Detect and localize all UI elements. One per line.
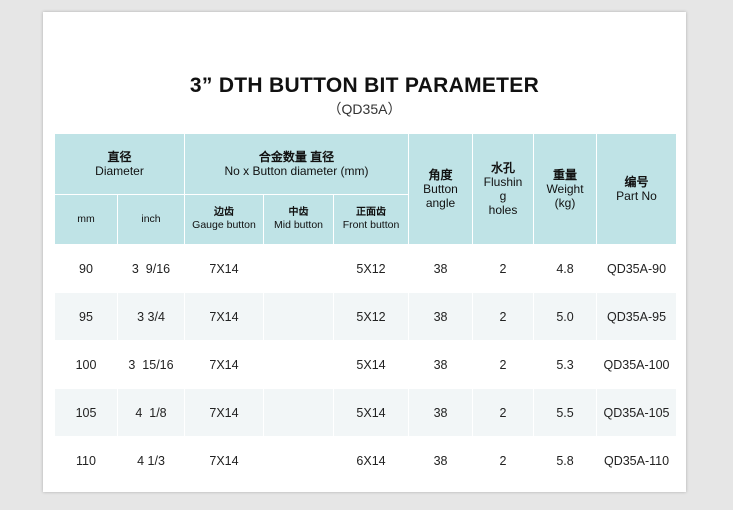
header-inch: inch (117, 194, 185, 245)
header-mm-label: mm (77, 213, 95, 225)
parameter-table: 直径 Diameter 合金数量 直径 No x Button diameter… (54, 133, 678, 485)
header-angle-en-2: angle (425, 196, 456, 210)
cell-holes: 2 (472, 436, 535, 485)
header-mid-en: Mid button (273, 219, 324, 231)
page-title: 3” DTH BUTTON BIT PARAMETER (189, 74, 540, 97)
cell-front: 5X12 (332, 244, 410, 293)
table-row: 90 3 9/16 7X14 5X12 38 2 4.8 QD35A-90 (54, 244, 678, 293)
header-weight-en-1: Weight (546, 182, 584, 196)
table-row: 95 3 3/4 7X14 5X12 38 2 5.0 QD35A-95 (54, 292, 678, 341)
cell-inch: 4 1/8 (117, 388, 185, 437)
header-front-zh: 正面齿 (356, 207, 386, 218)
page-subtitle: （QD35A） (327, 101, 402, 117)
cell-mid (263, 436, 334, 485)
cell-angle: 38 (408, 436, 474, 485)
header-diameter: 直径 Diameter (54, 133, 185, 195)
cell-gauge: 7X14 (184, 292, 264, 341)
header-part-en: Part No (616, 189, 657, 203)
cell-inch: 3 9/16 (117, 244, 185, 293)
cell-mm: 105 (54, 388, 118, 437)
header-gauge-zh: 边齿 (214, 207, 234, 218)
header-diameter-zh: 直径 (107, 150, 132, 164)
cell-weight: 4.8 (533, 244, 598, 293)
header-mid: 中齿 Mid button (263, 194, 334, 245)
header-buttons: 合金数量 直径 No x Button diameter (mm) (183, 133, 410, 195)
table-row: 105 4 1/8 7X14 5X14 38 2 5.5 QD35A-105 (54, 388, 678, 437)
cell-mm: 95 (54, 292, 118, 341)
cell-part: QD35A-110 (596, 436, 678, 485)
cell-angle: 38 (408, 292, 474, 341)
cell-mid (263, 340, 334, 389)
cell-inch: 3 3/4 (117, 292, 185, 341)
cell-part: QD35A-105 (596, 388, 678, 437)
cell-front: 6X14 (332, 436, 410, 485)
cell-mid (263, 388, 334, 437)
header-angle-zh: 角度 (428, 168, 453, 182)
header-flushing-en-3: holes (488, 203, 518, 217)
header-buttons-en: No x Button diameter (mm) (224, 164, 369, 178)
header-mid-zh: 中齿 (288, 207, 309, 218)
header-flushing-zh: 水孔 (491, 161, 516, 175)
cell-weight: 5.8 (533, 436, 598, 485)
cell-holes: 2 (472, 388, 535, 437)
header-flushing-en-2: g (499, 189, 507, 203)
header-part-zh: 编号 (624, 175, 649, 189)
header-buttons-zh: 合金数量 直径 (258, 150, 335, 164)
cell-holes: 2 (472, 244, 535, 293)
header-flushing: 水孔 Flushin g holes (472, 133, 535, 245)
cell-angle: 38 (408, 388, 474, 437)
cell-angle: 38 (408, 244, 474, 293)
cell-weight: 5.0 (533, 292, 598, 341)
cell-mm: 90 (54, 244, 118, 293)
header-angle: 角度 Button angle (408, 133, 474, 245)
cell-weight: 5.3 (533, 340, 598, 389)
header-weight-en-2: (kg) (554, 196, 576, 210)
cell-part: QD35A-90 (596, 244, 678, 293)
cell-part: QD35A-95 (596, 292, 678, 341)
cell-gauge: 7X14 (184, 436, 264, 485)
header-gauge-en: Gauge button (192, 219, 256, 231)
cell-mm: 100 (54, 340, 118, 389)
cell-mid (263, 292, 334, 341)
header-weight: 重量 Weight (kg) (533, 133, 598, 245)
table-row: 100 3 15/16 7X14 5X14 38 2 5.3 QD35A-100 (54, 340, 678, 389)
cell-holes: 2 (472, 292, 535, 341)
header-front-en: Front button (342, 219, 400, 231)
header-mm: mm (54, 194, 118, 245)
header-part-no: 编号 Part No (596, 133, 678, 245)
header-flushing-en-1: Flushin (483, 175, 523, 189)
cell-gauge: 7X14 (184, 244, 264, 293)
header-angle-en-1: Button (423, 182, 458, 196)
cell-inch: 3 15/16 (117, 340, 185, 389)
cell-inch: 4 1/3 (117, 436, 185, 485)
cell-holes: 2 (472, 340, 535, 389)
cell-weight: 5.5 (533, 388, 598, 437)
document-sheet: 3” DTH BUTTON BIT PARAMETER （QD35A） 直径 D… (43, 12, 686, 492)
header-weight-zh: 重量 (553, 168, 578, 182)
cell-front: 5X14 (332, 340, 410, 389)
cell-gauge: 7X14 (184, 340, 264, 389)
cell-mid (263, 244, 334, 293)
cell-angle: 38 (408, 340, 474, 389)
table-row: 110 4 1/3 7X14 6X14 38 2 5.8 QD35A-110 (54, 436, 678, 485)
header-front: 正面齿 Front button (332, 194, 410, 245)
header-diameter-en: Diameter (95, 164, 144, 178)
header-gauge: 边齿 Gauge button (184, 194, 264, 245)
cell-part: QD35A-100 (596, 340, 678, 389)
cell-front: 5X14 (332, 388, 410, 437)
cell-mm: 110 (54, 436, 118, 485)
cell-gauge: 7X14 (184, 388, 264, 437)
header-inch-label: inch (141, 213, 161, 225)
cell-front: 5X12 (332, 292, 410, 341)
